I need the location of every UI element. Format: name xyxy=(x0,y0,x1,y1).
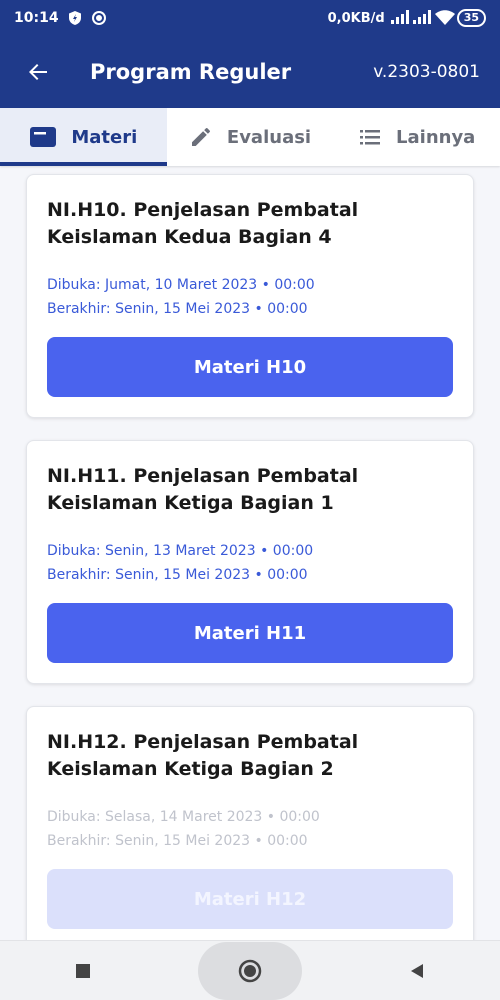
tab-materi[interactable]: Materi xyxy=(0,108,167,166)
list-item: NI.H12. Penjelasan Pembatal Keislaman Ke… xyxy=(26,706,474,940)
recents-button[interactable] xyxy=(33,941,133,1000)
app-notification-icon xyxy=(91,10,107,26)
signal-icon xyxy=(390,10,409,26)
signal-icon-2 xyxy=(412,10,431,26)
tab-bar: Materi Evaluasi Lainnya xyxy=(0,108,500,166)
materi-h11-button[interactable]: Materi H11 xyxy=(47,603,453,663)
list-icon xyxy=(360,130,381,145)
page-title: Program Reguler xyxy=(90,60,292,84)
square-icon xyxy=(75,963,90,978)
card-ended-date: Berakhir: Senin, 15 Mei 2023 • 00:00 xyxy=(47,833,308,849)
back-nav-button[interactable] xyxy=(367,941,467,1000)
status-left: 10:14 xyxy=(14,10,107,26)
back-button[interactable] xyxy=(20,54,56,90)
tab-lainnya[interactable]: Lainnya xyxy=(333,108,500,166)
shield-icon xyxy=(67,10,83,26)
battery-indicator: 35 xyxy=(456,9,486,27)
triangle-left-icon xyxy=(411,963,424,978)
arrow-left-icon xyxy=(29,64,47,80)
card-dates: Dibuka: Jumat, 10 Maret 2023 • 00:00 Ber… xyxy=(47,273,453,321)
card-title: NI.H10. Penjelasan Pembatal Keislaman Ke… xyxy=(47,199,359,248)
card-title: NI.H11. Penjelasan Pembatal Keislaman Ke… xyxy=(47,465,359,514)
content-list[interactable]: NI.H10. Penjelasan Pembatal Keislaman Ke… xyxy=(0,166,500,940)
tab-label: Materi xyxy=(71,126,138,148)
materi-h12-button: Materi H12 xyxy=(47,869,453,929)
book-icon xyxy=(30,127,57,147)
tab-evaluasi[interactable]: Evaluasi xyxy=(167,108,334,166)
card-ended-date: Berakhir: Senin, 15 Mei 2023 • 00:00 xyxy=(47,301,308,317)
card-dates: Dibuka: Selasa, 14 Maret 2023 • 00:00 Be… xyxy=(47,805,453,853)
tab-label: Evaluasi xyxy=(226,126,312,148)
card-opened-date: Dibuka: Jumat, 10 Maret 2023 • 00:00 xyxy=(47,277,315,293)
list-item: NI.H10. Penjelasan Pembatal Keislaman Ke… xyxy=(26,174,474,418)
card-dates: Dibuka: Senin, 13 Maret 2023 • 00:00 Ber… xyxy=(47,539,453,587)
status-bar: 10:14 0,0KB/d 35 xyxy=(0,0,500,36)
network-speed: 0,0KB/d xyxy=(327,10,385,26)
pencil-icon xyxy=(191,128,210,146)
list-item: NI.H11. Penjelasan Pembatal Keislaman Ke… xyxy=(26,440,474,684)
wifi-icon xyxy=(434,10,455,26)
tab-label: Lainnya xyxy=(396,126,476,148)
circle-icon xyxy=(238,959,262,982)
app-bar: Program Reguler v.2303-0801 xyxy=(0,36,500,108)
card-opened-date: Dibuka: Selasa, 14 Maret 2023 • 00:00 xyxy=(47,809,320,825)
status-right: 0,0KB/d 35 xyxy=(328,9,486,27)
status-time: 10:14 xyxy=(14,10,59,26)
card-opened-date: Dibuka: Senin, 13 Maret 2023 • 00:00 xyxy=(47,543,314,559)
card-title: NI.H12. Penjelasan Pembatal Keislaman Ke… xyxy=(47,731,359,780)
app-version: v.2303-0801 xyxy=(373,62,480,82)
system-nav-bar xyxy=(0,940,500,1000)
home-button[interactable] xyxy=(197,941,302,1000)
materi-h10-button[interactable]: Materi H10 xyxy=(47,337,453,397)
card-ended-date: Berakhir: Senin, 15 Mei 2023 • 00:00 xyxy=(47,567,308,583)
